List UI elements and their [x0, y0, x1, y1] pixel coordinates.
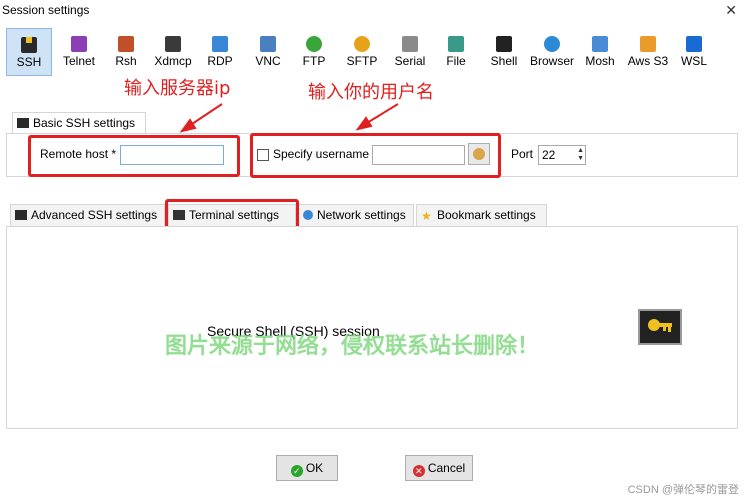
remote-host-input[interactable] [120, 145, 224, 165]
check-icon: ✓ [290, 465, 303, 477]
ssh-icon [15, 210, 27, 220]
ok-button[interactable]: ✓ OK [276, 455, 338, 481]
cancel-button[interactable]: ✕ Cancel [405, 455, 473, 481]
footer-credit: CSDN @弹伦琴的雷登 [627, 484, 739, 496]
arrow-head [355, 116, 373, 131]
ssh-icon [17, 118, 29, 128]
star-icon: ★ [421, 209, 432, 223]
specify-username-label: Specify username [273, 147, 370, 161]
user-icon [473, 148, 485, 160]
tab-network-settings[interactable]: Network settings [298, 204, 414, 226]
tab-advanced-ssh-settings[interactable]: Advanced SSH settings [10, 204, 165, 226]
tab-label: Network settings [317, 208, 406, 222]
specify-username-checkbox[interactable] [257, 149, 269, 161]
watermark-text: 图片来源于网络，侵权联系站长删除！ [165, 334, 540, 359]
port-value: 22 [542, 148, 556, 162]
tab-label: Advanced SSH settings [31, 208, 158, 222]
port-spinner[interactable]: 22 ▲ ▼ [538, 145, 586, 165]
cancel-icon: ✕ [412, 465, 425, 477]
cancel-label: Cancel [427, 461, 466, 475]
remote-host-label: Remote host * [40, 147, 117, 161]
tab-bookmark-settings[interactable]: ★ Bookmark settings [416, 204, 547, 226]
ok-label: OK [305, 461, 324, 475]
network-icon [303, 210, 313, 220]
spinner-arrows-icon[interactable]: ▲ ▼ [577, 147, 584, 163]
tab-label: Basic SSH settings [33, 116, 136, 130]
port-label: Port [511, 147, 534, 161]
username-input[interactable] [372, 145, 465, 165]
key-icon [638, 309, 682, 345]
tab-label: Bookmark settings [437, 208, 536, 222]
tab-basic-ssh-settings[interactable]: Basic SSH settings [12, 112, 146, 134]
user-manager-button[interactable] [468, 143, 490, 165]
arrow-head [179, 118, 197, 133]
